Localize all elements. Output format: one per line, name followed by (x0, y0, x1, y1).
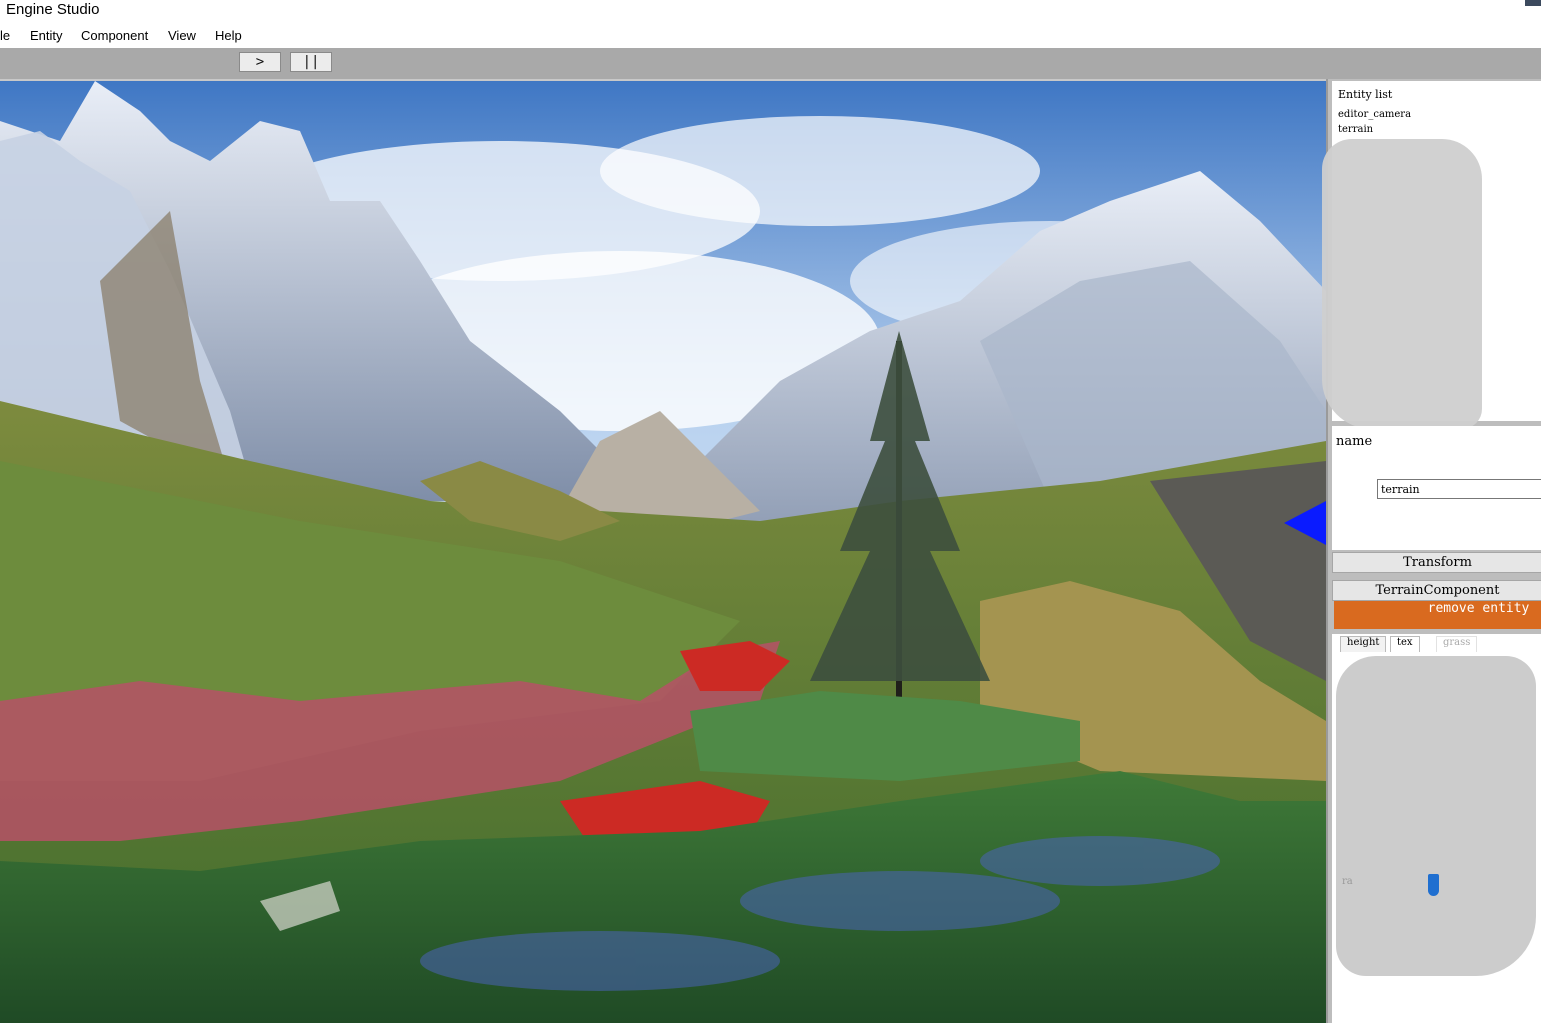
menu-bar: le Entity Component View Help (0, 23, 1541, 48)
entity-item-terrain[interactable]: terrain (1338, 124, 1373, 135)
window-controls[interactable] (1525, 0, 1541, 6)
transform-section[interactable]: Transform (1332, 552, 1541, 573)
redacted-region (1322, 139, 1482, 429)
menu-view[interactable]: View (168, 28, 196, 43)
entity-item-editor-camera[interactable]: editor_camera (1338, 109, 1411, 120)
entity-list-header: Entity list (1338, 88, 1393, 101)
name-field[interactable] (1377, 479, 1541, 499)
slider-handle[interactable] (1428, 874, 1439, 896)
entity-properties: name (1332, 426, 1541, 550)
transform-gizmo-icon[interactable] (1282, 501, 1326, 545)
tab-grass[interactable]: grass (1436, 636, 1478, 652)
window-title: Engine Studio (6, 1, 100, 18)
entity-list: Entity list editor_camera terrain (1322, 81, 1541, 429)
scene-viewport[interactable] (0, 79, 1326, 1023)
pause-button[interactable]: || (290, 52, 332, 72)
toolbar: > || (0, 48, 1541, 79)
menu-component[interactable]: Component (81, 28, 148, 43)
play-button[interactable]: > (239, 52, 281, 72)
slider-label: ra (1342, 876, 1353, 887)
menu-help[interactable]: Help (215, 28, 242, 43)
menu-entity[interactable]: Entity (30, 28, 63, 43)
name-label: name (1336, 434, 1373, 449)
redacted-region (1336, 656, 1536, 976)
title-bar: Engine Studio (0, 0, 1541, 23)
menu-file[interactable]: le (0, 28, 10, 43)
scene-render (0, 81, 1326, 1023)
tab-height[interactable]: height (1340, 636, 1387, 652)
inspector-panel: Entity list editor_camera terrain name T… (1322, 79, 1541, 1024)
remove-entity-button[interactable]: remove entity (1334, 601, 1541, 629)
tab-tex[interactable]: tex (1390, 636, 1420, 652)
terrain-component-section[interactable]: TerrainComponent (1332, 580, 1541, 601)
terrain-tabs: height tex grass ra (1332, 634, 1541, 1024)
